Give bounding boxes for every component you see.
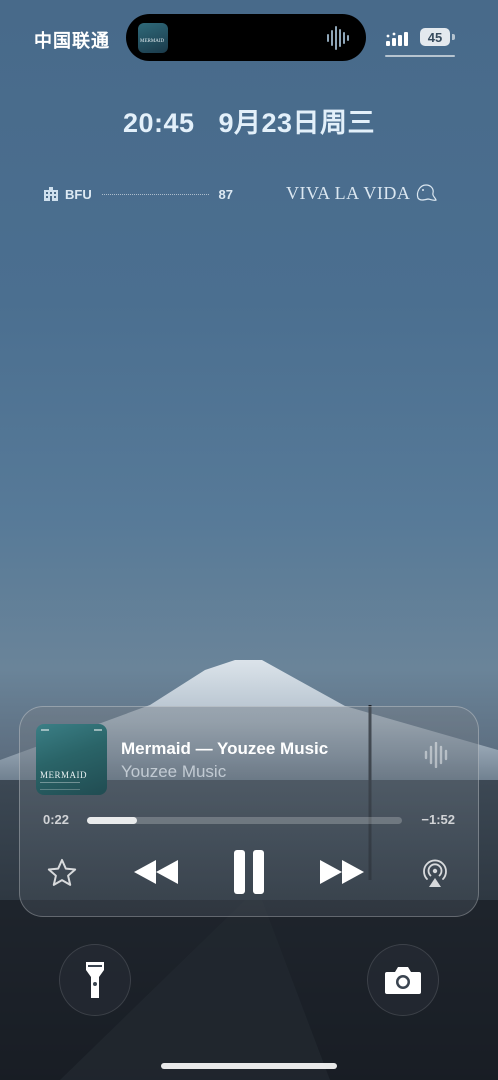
status-bar: 中国联通 MERMAID 45	[0, 0, 498, 70]
camera-icon	[385, 967, 421, 994]
progress-scrubber[interactable]	[87, 817, 402, 824]
pause-icon	[234, 850, 264, 894]
track-title: Mermaid — Youzee Music	[121, 739, 329, 758]
forward-icon	[320, 860, 364, 884]
track-artist: Youzee Music	[121, 762, 227, 781]
camera-button[interactable]	[367, 944, 439, 1016]
building-icon	[44, 187, 58, 201]
now-playing-card[interactable]: MERMAID Mermaid — Youzee Music Youzee Mu…	[19, 706, 479, 917]
remaining-time: −1:52	[421, 812, 455, 827]
clock-time: 20:45	[122, 108, 195, 138]
backward-icon	[134, 860, 178, 884]
battery-tip	[452, 34, 455, 40]
bfu-widget[interactable]: BFU 87	[43, 184, 233, 204]
airplay-icon	[423, 859, 447, 887]
status-underline	[385, 55, 455, 57]
widget-value: 87	[218, 186, 233, 202]
star-icon	[47, 858, 77, 886]
flashlight-icon	[86, 962, 104, 998]
album-art-title: MERMAID	[40, 770, 88, 780]
home-indicator[interactable]	[161, 1063, 337, 1069]
fast-forward-button[interactable]	[315, 852, 369, 892]
island-album-art: MERMAID	[138, 23, 168, 53]
flashlight-button[interactable]	[59, 944, 131, 1016]
widget-leader-dots	[101, 193, 209, 195]
battery-indicator: 45	[420, 28, 450, 46]
elapsed-time: 0:22	[43, 812, 70, 827]
favorite-button[interactable]	[43, 854, 81, 892]
wallpaper-scene	[0, 660, 498, 1080]
text-widget[interactable]: VIVA LA VIDA	[286, 182, 438, 204]
airplay-button[interactable]	[416, 854, 454, 892]
signal-icon	[386, 32, 408, 46]
pause-button[interactable]	[226, 848, 272, 896]
rewind-button[interactable]	[129, 852, 183, 892]
album-art-fineprint	[40, 782, 80, 790]
album-art[interactable]: MERMAID	[36, 724, 107, 795]
lock-clock: 20:45 9月23日周三	[0, 101, 498, 140]
widget-text: VIVA LA VIDA	[286, 182, 411, 203]
waveform-icon	[424, 742, 448, 768]
waveform-icon	[327, 26, 349, 50]
album-art-header	[41, 729, 102, 732]
island-album-title: MERMAID	[140, 39, 165, 44]
carrier-label: 中国联通	[34, 31, 110, 51]
progress-fill	[87, 817, 138, 824]
widget-label: BFU	[65, 186, 92, 202]
clock-date: 9月23日周三	[218, 108, 376, 138]
dynamic-island[interactable]: MERMAID	[126, 14, 366, 61]
seal-icon	[417, 184, 438, 201]
